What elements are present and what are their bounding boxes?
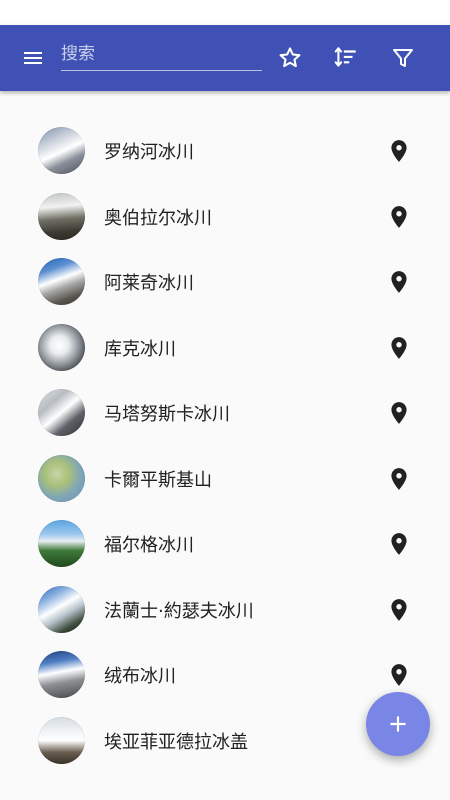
sort-icon (334, 47, 356, 67)
thumbnail (38, 127, 85, 174)
list-item[interactable]: 福尔格冰川 (0, 511, 450, 577)
filter-icon (393, 49, 413, 67)
thumbnail (38, 651, 85, 698)
map-pin-icon[interactable] (386, 465, 412, 493)
star-outline-icon (279, 47, 301, 68)
list-item[interactable]: 阿莱奇冰川 (0, 249, 450, 315)
item-label: 阿莱奇冰川 (104, 273, 194, 294)
item-label: 卡爾平斯基山 (104, 469, 212, 491)
app-bar (0, 25, 450, 91)
plus-icon (390, 716, 406, 732)
thumbnail (38, 389, 85, 436)
item-label: 埃亚菲亚德拉冰盖 (104, 731, 248, 753)
map-pin-icon[interactable] (386, 334, 412, 362)
item-label: 罗纳河冰川 (104, 142, 194, 163)
map-pin-icon[interactable] (386, 399, 412, 427)
map-pin-icon[interactable] (386, 661, 412, 689)
list-item[interactable]: 法蘭士·約瑟夫冰川 (0, 577, 450, 643)
sort-button[interactable] (326, 38, 366, 78)
map-pin-icon[interactable] (386, 203, 412, 231)
item-label: 法蘭士·約瑟夫冰川 (104, 600, 254, 622)
list-item[interactable]: 马塔努斯卡冰川 (0, 380, 450, 446)
item-label: 马塔努斯卡冰川 (104, 404, 230, 425)
search-input[interactable] (61, 38, 262, 71)
list-item[interactable]: 罗纳河冰川 (0, 118, 450, 184)
item-label: 库克冰川 (104, 338, 176, 360)
thumbnail (38, 323, 85, 371)
map-pin-icon[interactable] (386, 596, 412, 624)
list-item[interactable]: 库克冰川 (0, 315, 450, 381)
thumbnail (38, 192, 85, 240)
map-pin-icon[interactable] (386, 137, 412, 165)
thumbnail (38, 716, 85, 764)
thumbnail (38, 258, 85, 305)
list-item[interactable]: 奥伯拉尔冰川 (0, 184, 450, 250)
menu-icon (24, 52, 42, 64)
thumbnail (38, 585, 85, 633)
glacier-list: 罗纳河冰川 奥伯拉尔冰川 阿莱奇冰川 库克冰川 马塔努斯卡冰川 卡爾平斯基山 福… (0, 118, 450, 773)
map-pin-icon[interactable] (386, 268, 412, 296)
item-label: 绒布冰川 (104, 666, 176, 687)
item-label: 福尔格冰川 (104, 535, 194, 556)
menu-button[interactable] (13, 38, 53, 78)
item-label: 奥伯拉尔冰川 (104, 207, 212, 229)
favorites-button[interactable] (270, 38, 310, 78)
thumbnail (38, 520, 85, 567)
thumbnail (38, 454, 85, 502)
status-bar (0, 0, 450, 25)
filter-button[interactable] (383, 38, 423, 78)
map-pin-icon[interactable] (386, 530, 412, 558)
add-button[interactable] (366, 692, 430, 756)
list-item[interactable]: 卡爾平斯基山 (0, 446, 450, 512)
